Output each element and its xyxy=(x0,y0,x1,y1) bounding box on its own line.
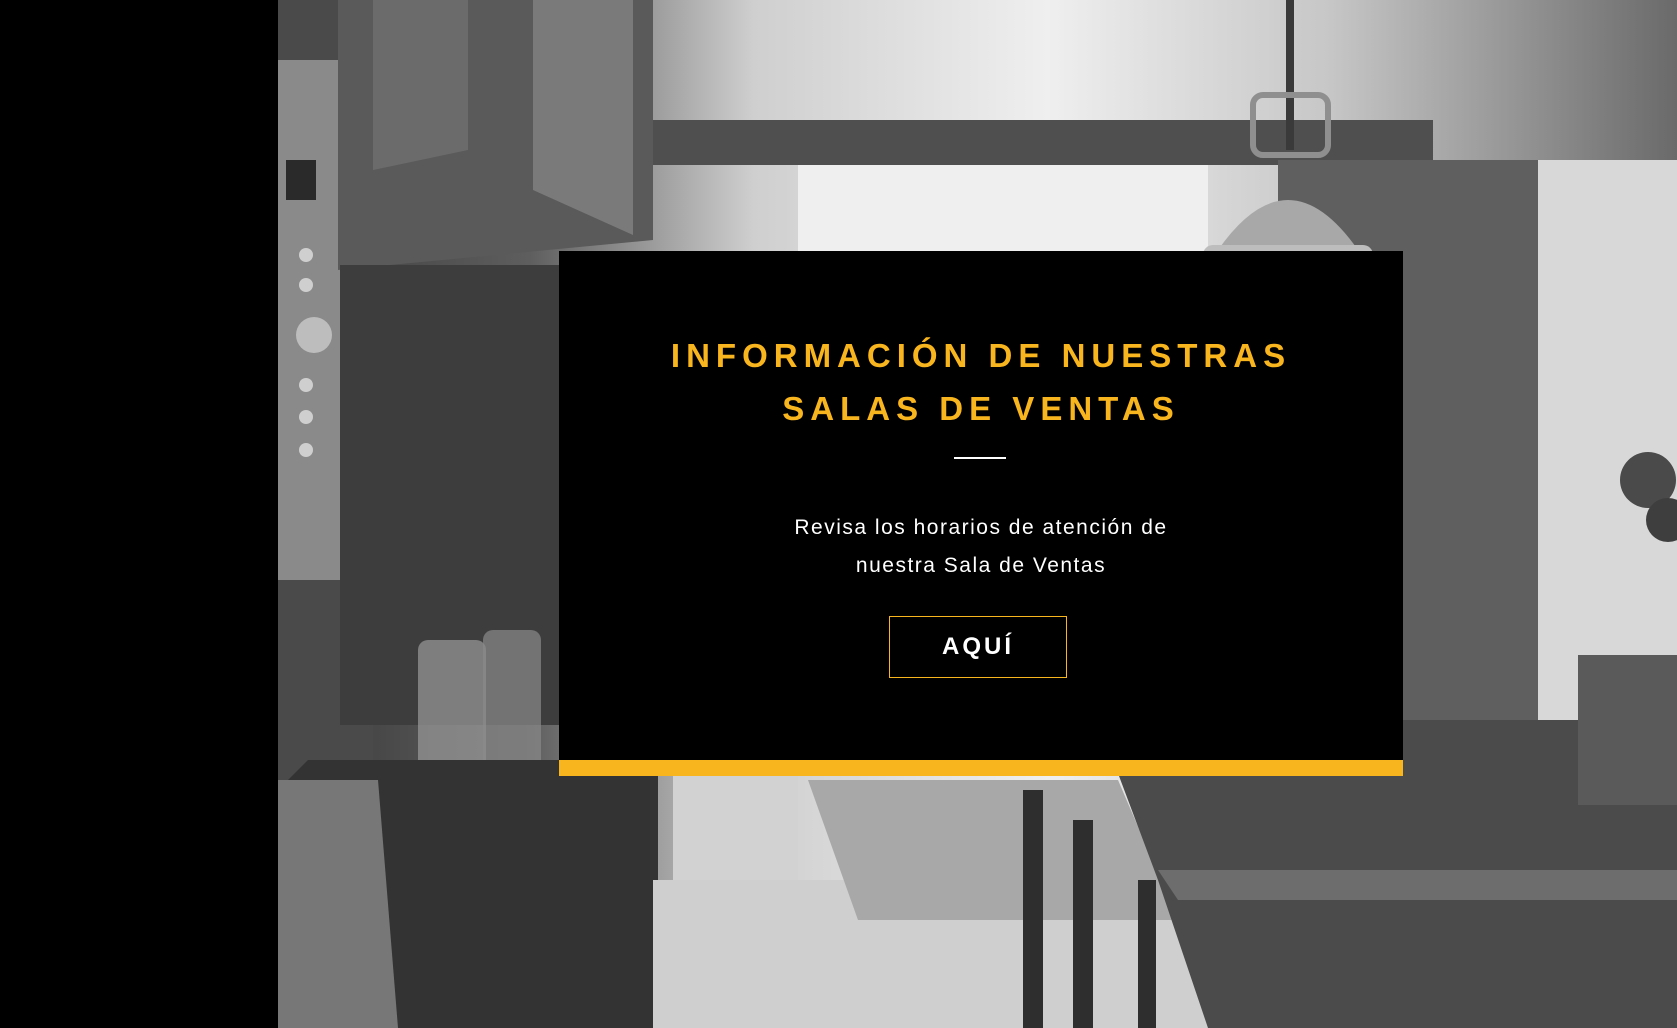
aqui-button[interactable]: AQUÍ xyxy=(889,616,1067,678)
page: INFORMACIÓN DE NUESTRAS SALAS DE VENTAS … xyxy=(0,0,1677,1028)
card-title-line-2: SALAS DE VENTAS xyxy=(782,390,1180,427)
sales-room-info-card: INFORMACIÓN DE NUESTRAS SALAS DE VENTAS … xyxy=(559,251,1403,776)
card-description-line-2: nuestra Sala de Ventas xyxy=(855,554,1107,577)
title-divider xyxy=(954,457,1006,459)
left-black-band xyxy=(0,0,278,1028)
card-description-line-1: Revisa los horarios de atención de xyxy=(794,516,1168,539)
card-description: Revisa los horarios de atención de nuest… xyxy=(559,509,1403,585)
card-accent-bar xyxy=(559,760,1403,776)
card-title: INFORMACIÓN DE NUESTRAS SALAS DE VENTAS xyxy=(559,329,1403,435)
card-title-line-1: INFORMACIÓN DE NUESTRAS xyxy=(670,337,1292,374)
